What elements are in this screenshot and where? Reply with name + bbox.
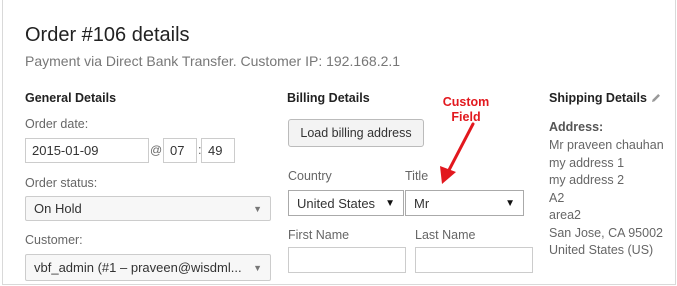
customer-label: Customer: [25,233,83,247]
arrow-icon [440,122,475,184]
address-line: area2 [549,208,581,222]
chevron-down-icon: ▼ [253,203,262,214]
page-title: Order #106 details [25,24,190,46]
customer-value: vbf_admin (#1 – praveen@wisdml... [34,260,242,275]
order-status-label: Order status: [25,176,98,190]
order-hour-input[interactable]: 07 [163,138,197,163]
first-name-label: First Name [288,228,350,242]
annotation-line-1: Custom [442,95,490,109]
order-minute-input[interactable]: 49 [201,138,235,163]
address-line: Mr praveen chauhan [549,138,664,152]
country-select[interactable]: United States ▼ [288,190,404,216]
shipping-address-label: Address: [549,120,604,134]
address-line: A2 [549,190,565,205]
country-label: Country [288,169,332,183]
chevron-down-icon: ▼ [385,197,395,209]
order-date-input[interactable]: 2015-01-09 [25,138,149,163]
title-value: Mr [414,195,430,211]
address-line: United States (US) [549,243,654,257]
title-label: Title [405,169,429,183]
address-line: my address 1 [549,155,625,170]
address-line: my address 2 [549,173,625,187]
title-select[interactable]: Mr ▼ [405,190,524,216]
load-billing-address-button[interactable]: Load billing address [288,119,424,147]
first-name-input[interactable] [288,247,406,273]
chevron-down-icon: ▼ [253,262,262,273]
general-details-heading: General Details [25,91,117,105]
address-line: San Jose, CA 95002 [549,225,663,240]
chevron-down-icon: ▼ [505,197,515,209]
page-subtitle: Payment via Direct Bank Transfer. Custom… [25,53,401,69]
order-status-value: On Hold [34,201,82,216]
order-date-label: Order date: [25,117,89,131]
customer-select[interactable]: vbf_admin (#1 – praveen@wisdml... ▼ [25,254,271,281]
pencil-icon[interactable] [650,92,662,104]
at-separator: @ [150,143,163,157]
last-name-label: Last Name [415,228,476,242]
last-name-input[interactable] [415,247,533,273]
order-status-select[interactable]: On Hold ▼ [25,196,271,221]
country-value: United States [297,195,376,211]
shipping-address-block: Mr praveen chauhan my address 1 my addre… [549,137,664,260]
shipping-details-heading: Shipping Details [549,91,647,105]
billing-details-heading: Billing Details [287,91,370,105]
